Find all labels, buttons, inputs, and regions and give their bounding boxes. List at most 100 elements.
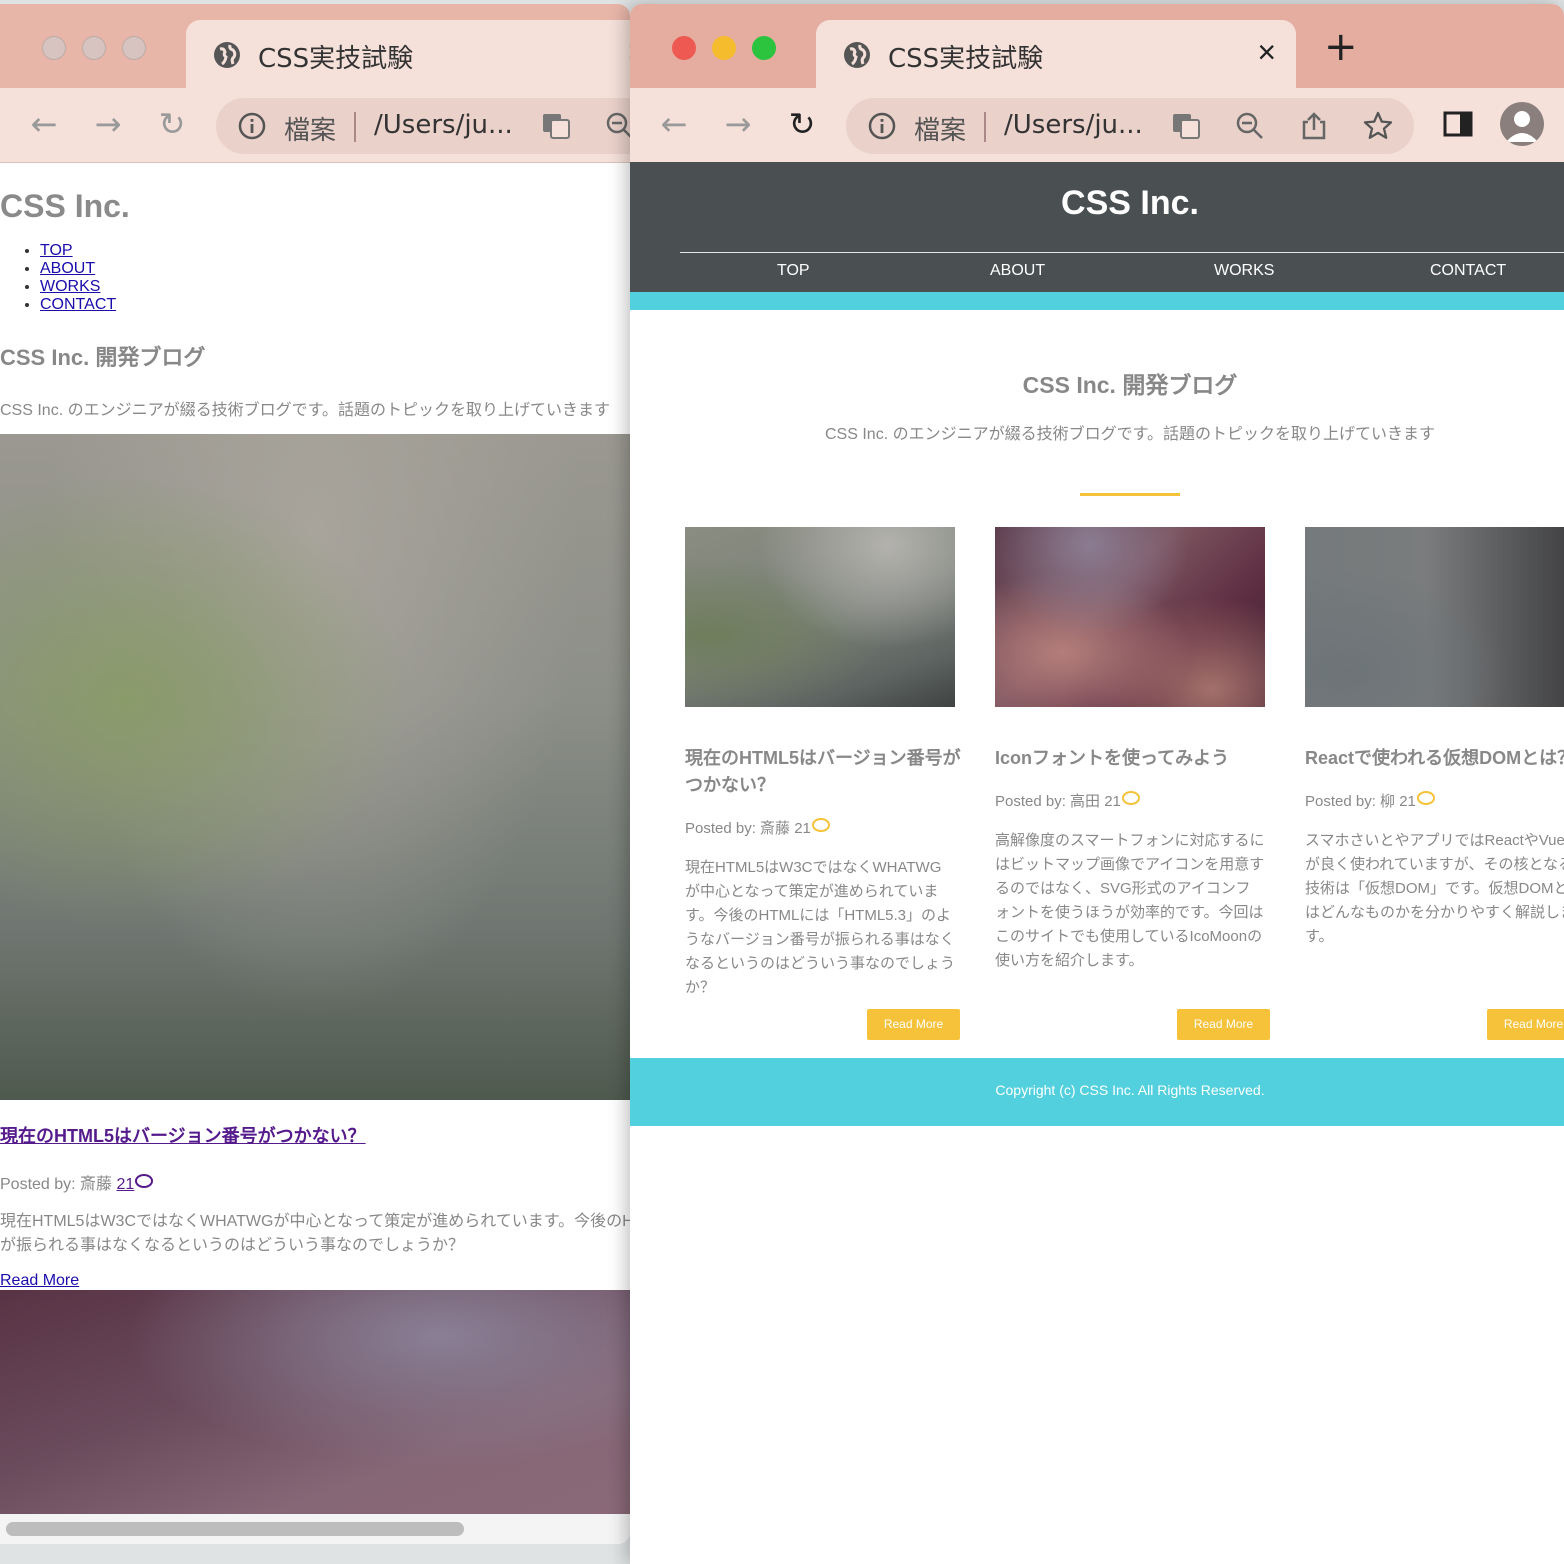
minimize-window-button[interactable] (712, 36, 736, 60)
post-image-2 (0, 1290, 630, 1520)
profile-avatar[interactable] (1500, 102, 1544, 146)
back-button[interactable]: ← (654, 104, 694, 144)
blog-heading: CSS Inc. 開発ブログ (1022, 372, 1238, 398)
site-header: CSS Inc. TOP ABOUT WORKS CONTACT (630, 162, 1564, 292)
tab-strip: CSS実技試験 × + (630, 4, 1564, 88)
site-nav: TOP ABOUT WORKS CONTACT (22, 242, 116, 314)
blog-card: Iconフォントを使ってみよう Posted by: 高田 21 高解像度のスマ… (995, 527, 1275, 1040)
close-tab-icon[interactable]: × (1257, 34, 1276, 71)
zoom-out-icon[interactable] (1234, 110, 1266, 142)
reload-button[interactable]: ↻ (152, 104, 192, 144)
card-meta: Posted by: 高田 21 (995, 790, 1275, 811)
comment-count[interactable]: 21 (1399, 793, 1416, 810)
zoom-out-icon[interactable] (604, 110, 630, 142)
forward-button[interactable]: → (88, 104, 128, 144)
info-icon[interactable] (866, 110, 898, 142)
address-divider (354, 112, 356, 142)
nav-link-contact[interactable]: CONTACT (1430, 262, 1506, 280)
nav-link-works[interactable]: WORKS (40, 278, 100, 295)
nav-link-top[interactable]: TOP (40, 242, 73, 259)
card-excerpt: スマホさいとやアプリではReactやVueが良く使われていますが、その核となる技… (1305, 832, 1564, 945)
new-tab-button[interactable]: + (1324, 24, 1358, 70)
site-footer: Copyright (c) CSS Inc. All Rights Reserv… (630, 1058, 1564, 1126)
nav-link-about[interactable]: ABOUT (990, 262, 1045, 280)
globe-icon (844, 42, 870, 68)
section-divider (1080, 493, 1180, 496)
address-scheme-label: 檔案 (914, 116, 967, 146)
browser-toolbar: ← → ↻ 檔案 /Users/ju... (630, 88, 1564, 163)
comment-count-link[interactable]: 21 (116, 1174, 154, 1193)
tab-title: CSS実技試験 (888, 44, 1044, 74)
comment-icon (135, 1174, 154, 1188)
tab-strip: CSS実技試験 × (0, 4, 630, 88)
browser-tab[interactable]: CSS実技試験 × (186, 20, 630, 88)
read-more-link[interactable]: Read More (0, 1272, 79, 1290)
post-author: Posted by: 斎藤 (0, 1176, 113, 1193)
site-logo[interactable]: CSS Inc. (630, 184, 1564, 223)
back-button[interactable]: ← (24, 104, 64, 144)
card-author: Posted by: 柳 (1305, 793, 1396, 810)
read-more-button[interactable]: Read More (1487, 1009, 1564, 1040)
post-meta: Posted by: 斎藤 21 (0, 1170, 154, 1194)
card-image[interactable] (995, 527, 1265, 707)
nav-link-top[interactable]: TOP (777, 262, 810, 280)
card-meta: Posted by: 柳 21 (1305, 790, 1564, 811)
comment-icon (1416, 791, 1435, 805)
forward-button[interactable]: → (718, 104, 758, 144)
read-more-button[interactable]: Read More (867, 1009, 960, 1040)
side-panel-icon[interactable] (1440, 106, 1476, 142)
nav-divider (680, 252, 1564, 253)
tab-title: CSS実技試験 (258, 44, 414, 74)
post-excerpt: 現在HTML5はW3CではなくWHATWGが中心となって策定が進められています。… (0, 1213, 630, 1254)
header-accent-stripe (630, 292, 1564, 310)
card-excerpt: 現在HTML5はW3CではなくWHATWGが中心となって策定が進められています。… (685, 859, 956, 996)
blog-description: CSS Inc. のエンジニアが綴る技術ブログです。話題のトピックを取り上げてい… (0, 402, 610, 419)
window-controls (672, 36, 776, 60)
address-bar[interactable]: 檔案 /Users/ju... (846, 98, 1414, 154)
address-url[interactable]: /Users/ju... (1004, 110, 1143, 140)
nav-item-top: TOP (40, 242, 116, 260)
nav-link-about[interactable]: ABOUT (40, 260, 95, 277)
translate-icon[interactable] (540, 110, 572, 142)
bookmark-star-icon[interactable] (1362, 110, 1394, 142)
card-author: Posted by: 高田 (995, 793, 1101, 810)
card-image[interactable] (685, 527, 955, 707)
styled-page-content: CSS Inc. TOP ABOUT WORKS CONTACT CSS Inc… (630, 162, 1564, 1564)
address-scheme-label: 檔案 (284, 116, 337, 146)
translate-icon[interactable] (1170, 110, 1202, 142)
window-controls (42, 36, 146, 60)
post-title-link[interactable]: 現在のHTML5はバージョン番号がつかない？ (0, 1122, 366, 1148)
comment-count[interactable]: 21 (794, 820, 811, 837)
comment-icon (1121, 791, 1140, 805)
reload-button[interactable]: ↻ (782, 104, 822, 144)
site-logo[interactable]: CSS Inc. (0, 188, 130, 225)
blog-description: CSS Inc. のエンジニアが綴る技術ブログです。話題のトピックを取り上げてい… (825, 426, 1435, 443)
info-icon[interactable] (236, 110, 268, 142)
address-bar[interactable]: 檔案 /Users/ju... (216, 98, 630, 154)
card-image[interactable] (1305, 527, 1564, 707)
card-title[interactable]: Iconフォントを使ってみよう (995, 745, 1275, 772)
zoom-window-button[interactable] (752, 36, 776, 60)
globe-icon (214, 42, 240, 68)
blog-card: 現在のHTML5はバージョン番号がつかない？ Posted by: 斎藤 21 … (685, 527, 965, 1040)
close-window-button[interactable] (42, 36, 66, 60)
comment-count[interactable]: 21 (1104, 793, 1121, 810)
card-title[interactable]: 現在のHTML5はバージョン番号がつかない？ (685, 745, 965, 799)
share-icon[interactable] (1298, 110, 1330, 142)
address-divider (984, 112, 986, 142)
minimize-window-button[interactable] (82, 36, 106, 60)
nav-link-works[interactable]: WORKS (1214, 262, 1274, 280)
scrollbar-thumb[interactable] (6, 1522, 464, 1536)
card-title[interactable]: Reactで使われる仮想DOMとは？ (1305, 745, 1564, 772)
comment-count: 21 (116, 1176, 135, 1193)
close-window-button[interactable] (672, 36, 696, 60)
read-more-button[interactable]: Read More (1177, 1009, 1270, 1040)
zoom-window-button[interactable] (122, 36, 146, 60)
nav-item-works: WORKS (40, 278, 116, 296)
address-url[interactable]: /Users/ju... (374, 110, 513, 140)
nav-link-contact[interactable]: CONTACT (40, 296, 116, 313)
horizontal-scrollbar[interactable] (0, 1514, 630, 1544)
post-image (0, 434, 630, 1100)
browser-tab[interactable]: CSS実技試験 × (816, 20, 1296, 88)
browser-toolbar: ← → ↻ 檔案 /Users/ju... (0, 88, 630, 163)
